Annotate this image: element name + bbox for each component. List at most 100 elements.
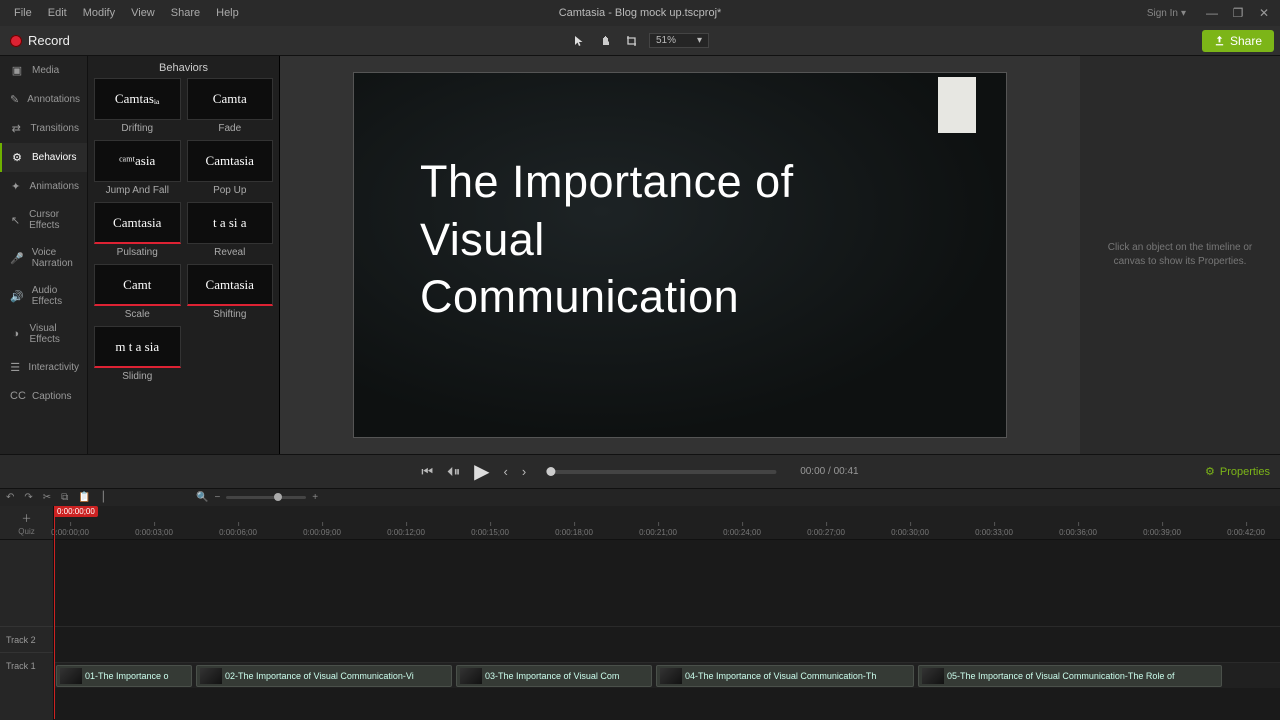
prev-clip-button[interactable]: ⏴⏸ xyxy=(447,464,460,480)
playhead-line[interactable] xyxy=(54,506,55,719)
behavior-drifting[interactable]: CamtasᵢₐDrifting xyxy=(94,78,181,134)
panel-title: Behaviors xyxy=(94,56,273,78)
behavior-reveal[interactable]: t a si aReveal xyxy=(187,202,274,258)
behavior-preview: Camta xyxy=(187,78,274,120)
paste-button[interactable]: 📋 xyxy=(78,492,90,503)
redo-button[interactable]: ↷ xyxy=(24,492,32,503)
menu-share[interactable]: Share xyxy=(163,3,208,23)
hand-tool[interactable] xyxy=(597,32,615,50)
ruler-tick: 0:00:27;00 xyxy=(807,528,845,537)
signin-button[interactable]: Sign In ▾ xyxy=(1147,8,1186,19)
zoom-in-button[interactable]: + xyxy=(312,492,318,503)
track-area[interactable]: 01-The Importance o 02-The Importance of… xyxy=(54,540,1280,720)
nav-voice-narration[interactable]: 🎤Voice Narration xyxy=(0,239,87,277)
menu-view[interactable]: View xyxy=(123,3,163,23)
nav-animations[interactable]: ✦Animations xyxy=(0,172,87,201)
behavior-scale[interactable]: CamtScale xyxy=(94,264,181,320)
behavior-label: Drifting xyxy=(94,123,181,134)
nav-visual-effects[interactable]: ◑Visual Effects xyxy=(0,315,87,353)
playback-scrubber[interactable] xyxy=(546,470,776,474)
step-forward-button[interactable]: › xyxy=(522,464,526,479)
timeline-ruler[interactable]: 0:00:00;00 0:00:00;00 0:00:03;00 0:00:06… xyxy=(54,506,1280,539)
behavior-pop-up[interactable]: CamtasiaPop Up xyxy=(187,140,274,196)
clip-01[interactable]: 01-The Importance o xyxy=(56,665,192,687)
nav-label-interactivity: Interactivity xyxy=(28,362,79,373)
time-total: 00:41 xyxy=(834,466,859,477)
timeline-zoom-slider[interactable] xyxy=(226,496,306,499)
nav-behaviors[interactable]: ⚙Behaviors xyxy=(0,143,87,172)
crop-tool[interactable] xyxy=(623,32,641,50)
quiz-label: Quiz xyxy=(18,527,34,536)
behavior-fade[interactable]: Camta Fade xyxy=(187,78,274,134)
play-button[interactable]: ▶ xyxy=(474,459,489,484)
minimize-button[interactable]: — xyxy=(1202,6,1222,20)
clip-04[interactable]: 04-The Importance of Visual Communicatio… xyxy=(656,665,914,687)
ruler-tick: 0:00:21;00 xyxy=(639,528,677,537)
nav-label-media: Media xyxy=(32,65,59,76)
scrubber-handle[interactable] xyxy=(546,467,555,476)
slider-handle[interactable] xyxy=(274,493,282,501)
timeline-header-left: ＋ Quiz xyxy=(0,506,54,539)
toolbar: Record 51% ▾ Share xyxy=(0,26,1280,56)
split-button[interactable]: ⎮ xyxy=(101,492,106,503)
copy-button[interactable]: ⧉ xyxy=(61,492,68,503)
nav-captions[interactable]: CCCaptions xyxy=(0,382,87,410)
menu-edit[interactable]: Edit xyxy=(40,3,75,23)
nav-media[interactable]: ▣Media xyxy=(0,56,87,85)
gear-icon: ⚙ xyxy=(1205,465,1215,478)
playback-time: 00:00 / 00:41 xyxy=(800,466,858,477)
clip-02[interactable]: 02-The Importance of Visual Communicatio… xyxy=(196,665,452,687)
canvas-title-text[interactable]: The Importance of Visual Communication xyxy=(420,153,794,326)
jump-start-button[interactable]: ⏮ xyxy=(421,464,433,480)
zoom-out-button[interactable]: − xyxy=(214,492,220,503)
canvas-zoom-select[interactable]: 51% ▾ xyxy=(649,33,709,48)
behavior-preview: Camtasia xyxy=(187,264,274,306)
close-button[interactable]: ✕ xyxy=(1254,6,1274,20)
share-label: Share xyxy=(1230,34,1262,48)
cut-button[interactable]: ✂ xyxy=(43,492,51,503)
behavior-jump-and-fall[interactable]: ᶜᵃᵐᵗasiaJump And Fall xyxy=(94,140,181,196)
nav-interactivity[interactable]: ☰ Interactivity xyxy=(0,353,87,382)
share-button[interactable]: Share xyxy=(1202,30,1274,52)
clip-05[interactable]: 05-The Importance of Visual Communicatio… xyxy=(918,665,1222,687)
nav-label-behaviors: Behaviors xyxy=(32,152,76,163)
select-tool[interactable] xyxy=(571,32,589,50)
ruler-tick: 0:00:39;00 xyxy=(1143,528,1181,537)
track-1[interactable]: 01-The Importance o 02-The Importance of… xyxy=(54,662,1280,688)
record-button[interactable]: Record xyxy=(0,33,80,48)
nav-transitions[interactable]: ⇄Transitions xyxy=(0,114,87,143)
signin-label: Sign In xyxy=(1147,8,1178,19)
nav-cursor-effects[interactable]: ↖Cursor Effects xyxy=(0,201,87,239)
clip-03[interactable]: 03-The Importance of Visual Com xyxy=(456,665,652,687)
menu-modify[interactable]: Modify xyxy=(75,3,123,23)
cursor-icon: ↖ xyxy=(10,214,21,227)
behavior-shifting[interactable]: CamtasiaShifting xyxy=(187,264,274,320)
ruler-tick: 0:00:06;00 xyxy=(219,528,257,537)
properties-panel: Click an object on the timeline or canva… xyxy=(1080,56,1280,454)
canvas-area[interactable]: The Importance of Visual Communication xyxy=(280,56,1080,454)
nav-label-captions: Captions xyxy=(32,391,71,402)
menu-help[interactable]: Help xyxy=(208,3,247,23)
behavior-label: Fade xyxy=(187,123,274,134)
canvas-object-box[interactable] xyxy=(938,77,976,133)
ruler-tick: 0:00:33;00 xyxy=(975,528,1013,537)
behavior-sliding[interactable]: m t a siaSliding xyxy=(94,326,181,382)
canvas[interactable]: The Importance of Visual Communication xyxy=(353,72,1007,438)
menu-file[interactable]: File xyxy=(6,3,40,23)
undo-button[interactable]: ↶ xyxy=(6,492,14,503)
restore-button[interactable]: ❐ xyxy=(1228,6,1248,20)
nav-annotations[interactable]: ✎Annotations xyxy=(0,85,87,114)
track-label-2[interactable]: Track 2 xyxy=(0,626,53,652)
track-2[interactable] xyxy=(54,626,1280,652)
nav-audio-effects[interactable]: 🔊Audio Effects xyxy=(0,277,87,315)
track-label-1[interactable]: Track 1 xyxy=(0,652,53,678)
ruler-tick: 0:00:03;00 xyxy=(135,528,173,537)
properties-toggle[interactable]: ⚙ Properties xyxy=(1205,465,1270,478)
zoom-fit-icon[interactable]: 🔍 xyxy=(196,492,208,503)
time-sep: / xyxy=(828,466,831,477)
step-back-button[interactable]: ‹ xyxy=(504,464,508,479)
playhead-time[interactable]: 0:00:00;00 xyxy=(54,506,98,517)
behavior-pulsating[interactable]: CamtasiaPulsating xyxy=(94,202,181,258)
add-track-button[interactable]: ＋ xyxy=(22,510,32,525)
interactivity-icon: ☰ xyxy=(10,361,20,374)
